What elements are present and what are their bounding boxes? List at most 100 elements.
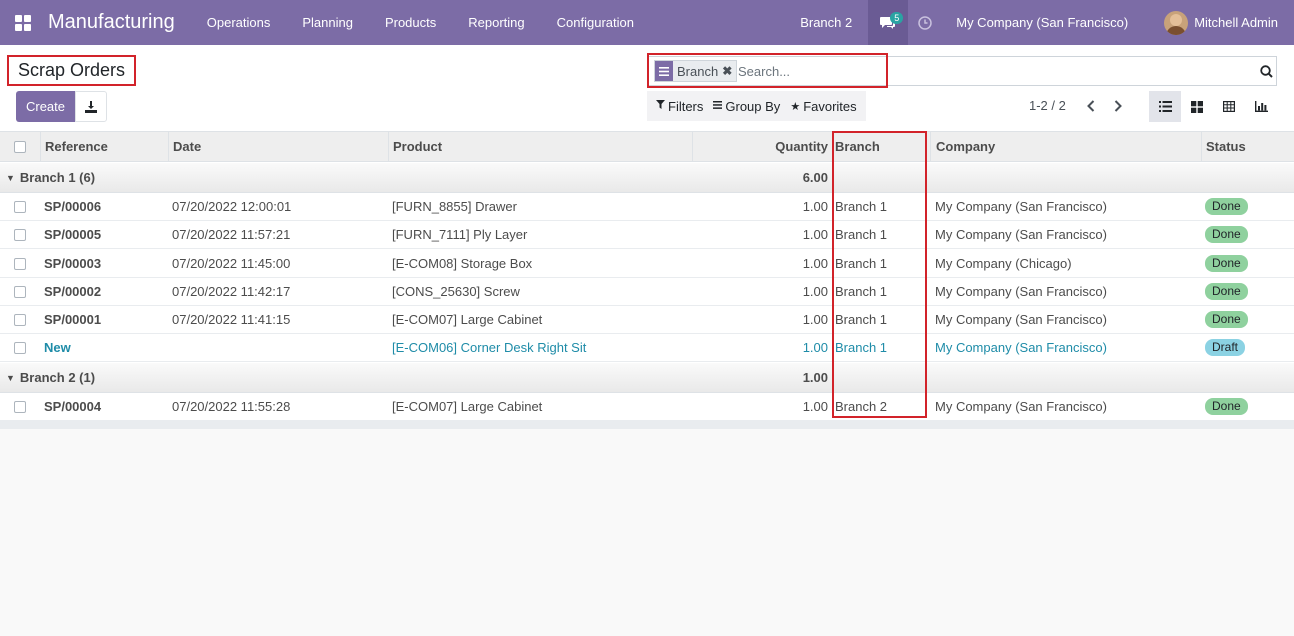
status-badge: Done xyxy=(1205,311,1248,328)
apps-grid-icon[interactable] xyxy=(0,0,46,45)
cell-company: My Company (San Francisco) xyxy=(935,284,1107,299)
table-row[interactable]: SP/00003 07/20/2022 11:45:00 [E-COM08] S… xyxy=(0,250,1294,278)
create-button[interactable]: Create xyxy=(16,91,75,122)
cell-branch: Branch 1 xyxy=(835,284,888,299)
chat-button[interactable]: 5 xyxy=(868,0,909,45)
menu-operations[interactable]: Operations xyxy=(191,0,287,45)
cell-quantity: 1.00 xyxy=(802,312,828,327)
group-by-icon xyxy=(713,100,723,112)
row-checkbox[interactable] xyxy=(14,313,26,326)
select-all-checkbox-cell[interactable] xyxy=(0,132,40,161)
column-header-company[interactable]: Company xyxy=(930,132,1201,161)
row-checkbox-cell[interactable] xyxy=(0,393,40,420)
cell-quantity: 1.00 xyxy=(802,340,828,355)
select-all-checkbox[interactable] xyxy=(14,140,26,153)
favorites-button[interactable]: ★ Favorites xyxy=(785,91,861,121)
group-label: ▼ Branch 2 (1) xyxy=(6,363,95,392)
kanban-view-icon[interactable] xyxy=(1181,91,1213,122)
cell-branch: Branch 1 xyxy=(835,256,888,271)
cell-reference: SP/00002 xyxy=(44,284,102,299)
row-checkbox-cell[interactable] xyxy=(0,221,40,248)
cell-quantity: 1.00 xyxy=(802,256,828,271)
caret-down-icon: ▼ xyxy=(6,172,15,183)
graph-view-icon[interactable] xyxy=(1245,91,1277,122)
row-checkbox[interactable] xyxy=(14,400,26,413)
group-by-button[interactable]: Group By xyxy=(708,91,785,121)
row-checkbox[interactable] xyxy=(14,228,26,241)
cell-date: 07/20/2022 11:45:00 xyxy=(172,256,291,271)
row-checkbox[interactable] xyxy=(14,285,26,298)
status-badge: Done xyxy=(1205,255,1248,272)
table-row[interactable]: SP/00004 07/20/2022 11:55:28 [E-COM07] L… xyxy=(0,393,1294,421)
group-title: Branch 1 (6) xyxy=(19,170,96,185)
status-badge: Done xyxy=(1205,283,1248,300)
cell-date: 07/20/2022 11:42:17 xyxy=(172,284,291,299)
row-checkbox-cell[interactable] xyxy=(0,193,40,220)
chevron-right-icon[interactable] xyxy=(1108,95,1128,117)
branch-switcher[interactable]: Branch 2 xyxy=(784,0,868,45)
table-header: Reference Date Product Quantity Branch C… xyxy=(0,132,1294,162)
cell-reference: SP/00001 xyxy=(44,312,102,327)
table-row[interactable]: SP/00005 07/20/2022 11:57:21 [FURN_7111]… xyxy=(0,221,1294,249)
menu-configuration[interactable]: Configuration xyxy=(541,0,650,45)
group-row-branch-1[interactable]: ▼ Branch 1 (6) 6.00 xyxy=(0,163,1294,193)
table-row[interactable]: SP/00002 07/20/2022 11:42:17 [CONS_25630… xyxy=(0,278,1294,306)
pivot-view-icon[interactable] xyxy=(1213,91,1245,122)
search-icon[interactable] xyxy=(1256,61,1276,81)
list-view-icon[interactable] xyxy=(1149,91,1181,122)
company-switcher[interactable]: My Company (San Francisco) xyxy=(942,0,1142,45)
cell-branch: Branch 1 xyxy=(835,227,888,242)
cell-status: Draft xyxy=(1201,334,1294,361)
row-checkbox-cell[interactable] xyxy=(0,306,40,333)
cell-company: My Company (San Francisco) xyxy=(935,340,1107,355)
cell-branch: Branch 1 xyxy=(835,199,888,214)
cell-reference: SP/00005 xyxy=(44,227,102,242)
cell-product: [FURN_7111] Ply Layer xyxy=(392,227,528,242)
group-label: ▼ Branch 1 (6) xyxy=(6,163,95,192)
cell-quantity: 1.00 xyxy=(802,284,828,299)
cell-reference: SP/00006 xyxy=(44,199,102,214)
menu-products[interactable]: Products xyxy=(369,0,452,45)
navbar-systray: Branch 2 5 My Company (San Francisco) Mi… xyxy=(784,0,1294,45)
cell-branch: Branch 1 xyxy=(835,312,888,327)
user-menu[interactable]: Mitchell Admin xyxy=(1142,0,1294,45)
pager-value[interactable]: 1-2 / 2 xyxy=(1029,98,1066,113)
row-checkbox-cell[interactable] xyxy=(0,278,40,305)
column-header-date[interactable]: Date xyxy=(168,132,388,161)
caret-down-icon: ▼ xyxy=(6,372,15,383)
column-header-quantity[interactable]: Quantity xyxy=(692,132,832,161)
app-name[interactable]: Manufacturing xyxy=(48,11,175,34)
menu-planning[interactable]: Planning xyxy=(286,0,369,45)
cell-quantity: 1.00 xyxy=(802,227,828,242)
chat-count-badge: 5 xyxy=(890,12,904,24)
group-row-branch-2[interactable]: ▼ Branch 2 (1) 1.00 xyxy=(0,363,1294,393)
row-checkbox-cell[interactable] xyxy=(0,334,40,361)
column-header-status[interactable]: Status xyxy=(1201,132,1294,161)
favorites-label: Favorites xyxy=(803,98,857,114)
column-header-branch[interactable]: Branch xyxy=(832,132,930,161)
row-checkbox[interactable] xyxy=(14,257,26,270)
column-header-reference[interactable]: Reference xyxy=(40,132,168,161)
cell-status: Done xyxy=(1201,393,1294,420)
download-icon xyxy=(85,100,97,113)
search-options: Filters Group By ★ Favorites xyxy=(647,91,866,121)
cell-quantity: 1.00 xyxy=(802,399,828,414)
star-icon: ★ xyxy=(790,100,801,113)
row-checkbox[interactable] xyxy=(14,341,26,354)
column-header-product[interactable]: Product xyxy=(388,132,692,161)
cell-company: My Company (San Francisco) xyxy=(935,312,1107,327)
menu-reporting[interactable]: Reporting xyxy=(452,0,540,45)
row-checkbox-cell[interactable] xyxy=(0,250,40,277)
row-checkbox[interactable] xyxy=(14,200,26,213)
user-name: Mitchell Admin xyxy=(1194,15,1278,30)
list-view: Reference Date Product Quantity Branch C… xyxy=(0,132,1294,429)
table-row[interactable]: SP/00001 07/20/2022 11:41:15 [E-COM07] L… xyxy=(0,306,1294,334)
control-panel: Scrap Orders Create Branch ✖ Filters Gro… xyxy=(0,45,1294,132)
chevron-left-icon[interactable] xyxy=(1081,95,1101,117)
activity-button[interactable] xyxy=(908,0,942,45)
filters-button[interactable]: Filters xyxy=(651,91,708,121)
table-row[interactable]: New [E-COM06] Corner Desk Right Sit 1.00… xyxy=(0,334,1294,362)
export-button[interactable] xyxy=(75,91,107,122)
table-row[interactable]: SP/00006 07/20/2022 12:00:01 [FURN_8855]… xyxy=(0,193,1294,221)
search-highlight-box xyxy=(647,53,888,88)
